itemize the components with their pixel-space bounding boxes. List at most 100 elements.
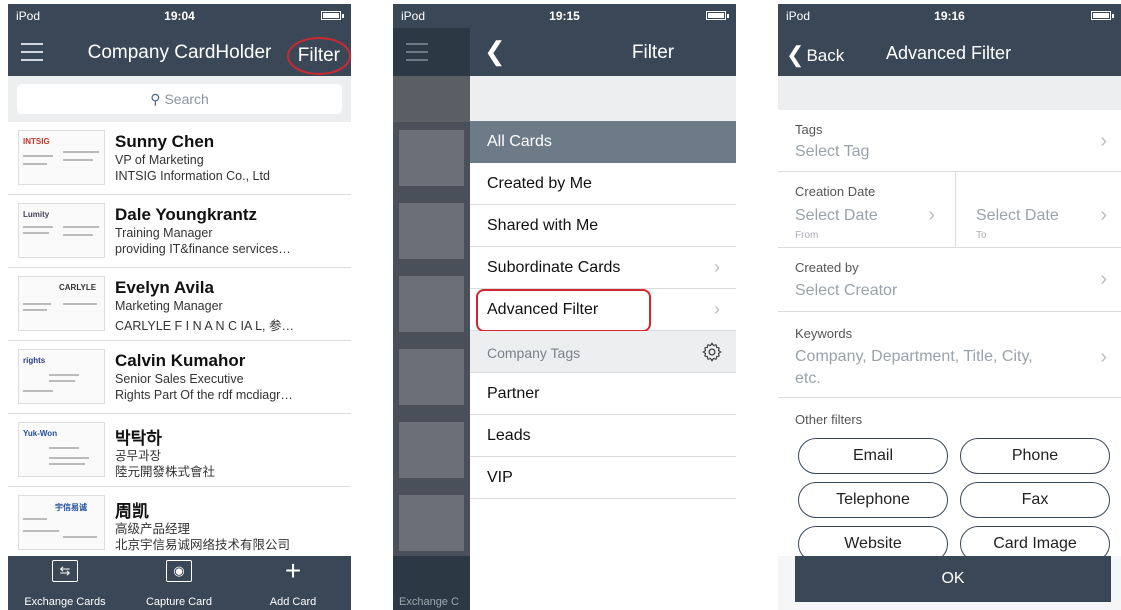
- status-time: 19:16: [934, 9, 965, 23]
- field-label: Keywords: [795, 326, 853, 341]
- camera-icon: ◉: [166, 560, 192, 582]
- card-company: Rights Part Of the rdf mcdiagr…: [115, 388, 293, 402]
- field-value: Select Tag: [795, 143, 870, 160]
- search-placeholder: Search: [164, 91, 209, 107]
- search-bar: ⚲ Search: [8, 76, 351, 122]
- tag-item-leads[interactable]: Leads: [470, 415, 736, 457]
- card-logo: CARLYLE: [59, 283, 97, 292]
- search-input[interactable]: ⚲ Search: [17, 84, 342, 114]
- filter-menu: All Cards Created by Me Shared with Me S…: [470, 121, 736, 499]
- menu-item-shared-with-me[interactable]: Shared with Me: [470, 205, 736, 247]
- card-company: CARLYLE F I N A N C IA L, 参…: [115, 319, 294, 333]
- keywords-row[interactable]: Keywords Company, Department, Title, Cit…: [778, 312, 1121, 398]
- card-thumbnail: Yuk-Won: [18, 422, 105, 477]
- menu-item-advanced-filter[interactable]: Advanced Filter ›: [470, 289, 736, 332]
- date-to-field[interactable]: Select Date › To: [956, 172, 1121, 248]
- card-name: Calvin Kumahor: [115, 351, 246, 370]
- menu-item-label: Subordinate Cards: [487, 259, 621, 276]
- field-value-continued: etc.: [795, 370, 821, 387]
- section-label: Company Tags: [487, 345, 581, 361]
- ok-button[interactable]: OK: [795, 556, 1111, 602]
- field-value: Select Creator: [795, 282, 898, 299]
- list-item[interactable]: Yuk-Won 박탁하 공무과장 陸元開發株式會社: [8, 414, 351, 487]
- card-thumbnail: 宇信易诚: [18, 495, 105, 550]
- filter-drawer: ❮ Filter All Cards Created by Me Shared …: [470, 28, 736, 610]
- tag-item-partner[interactable]: Partner: [470, 373, 736, 415]
- card-list: INTSIG Sunny Chen VP of Marketing INTSIG…: [8, 122, 351, 560]
- status-bar: iPod 19:15: [393, 4, 736, 28]
- nav-bar: Company CardHolder Filter: [8, 28, 351, 76]
- status-time: 19:04: [164, 9, 195, 23]
- field-hint: From: [795, 230, 819, 241]
- tab-label: Add Card: [269, 596, 317, 608]
- tab-label: Exchange C: [399, 596, 459, 608]
- chevron-right-icon: ›: [1100, 346, 1107, 368]
- menu-icon: [406, 43, 428, 61]
- card-logo: 宇信易诚: [55, 503, 87, 512]
- gear-icon[interactable]: [701, 341, 723, 363]
- other-filters-label: Other filters: [795, 412, 863, 427]
- menu-item-label: Created by Me: [487, 175, 592, 192]
- date-from-field[interactable]: Select Date › From: [778, 172, 955, 248]
- section-company-tags: Company Tags: [470, 331, 736, 373]
- status-bar: iPod 19:04: [8, 4, 351, 28]
- card-company: 北京宇信易诚网络技术有限公司: [115, 538, 291, 552]
- list-item[interactable]: INTSIG Sunny Chen VP of Marketing INTSIG…: [8, 122, 351, 195]
- menu-item-created-by-me[interactable]: Created by Me: [470, 163, 736, 205]
- back-button[interactable]: ❮ Back: [786, 41, 844, 67]
- tab-add-card[interactable]: + Add Card: [236, 556, 350, 610]
- menu-item-subordinate-cards[interactable]: Subordinate Cards ›: [470, 247, 736, 289]
- list-item[interactable]: CARLYLE Evelyn Avila Marketing Manager C…: [8, 268, 351, 341]
- page-title: Filter: [631, 42, 675, 63]
- card-title: VP of Marketing: [115, 153, 204, 167]
- tags-row[interactable]: Tags Select Tag ›: [778, 110, 1121, 172]
- card-logo: Yuk-Won: [23, 429, 58, 438]
- page-title: Advanced Filter: [886, 43, 1012, 63]
- card-title: Marketing Manager: [115, 299, 223, 313]
- card-name: Sunny Chen: [115, 132, 215, 151]
- card-thumbnail: rights: [18, 349, 105, 404]
- card-logo: INTSIG: [23, 137, 50, 146]
- filter-pill-fax[interactable]: Fax: [960, 482, 1110, 518]
- nav-bar: ❮ Filter: [470, 28, 736, 76]
- plus-icon: +: [284, 555, 302, 586]
- battery-icon: [321, 11, 344, 20]
- field-label: Tags: [795, 122, 823, 137]
- filter-button[interactable]: Filter: [286, 37, 351, 75]
- list-item[interactable]: Lumity Dale Youngkrantz Training Manager…: [8, 195, 351, 268]
- card-list-screen: iPod 19:04 Company CardHolder Filter ⚲ Se…: [8, 4, 351, 610]
- nav-bar: ❮ Back Advanced Filter: [778, 28, 1121, 76]
- status-time: 19:15: [549, 9, 580, 23]
- created-by-row[interactable]: Created by Select Creator ›: [778, 248, 1121, 312]
- filter-pill-phone[interactable]: Phone: [960, 438, 1110, 474]
- filter-drawer-screen: iPod 19:15 Exchange C ❮ Filter All Cards…: [393, 4, 736, 610]
- tab-label: Exchange Cards: [24, 596, 106, 608]
- advanced-filter-screen: iPod 19:16 ❮ Back Advanced Filter Tags Se…: [778, 4, 1121, 610]
- filter-pill-telephone[interactable]: Telephone: [798, 482, 948, 518]
- tab-exchange-cards[interactable]: ⇆ Exchange Cards: [8, 556, 122, 610]
- card-name: Dale Youngkrantz: [115, 205, 258, 224]
- tag-label: Partner: [487, 385, 540, 402]
- status-bar: iPod 19:16: [778, 4, 1121, 28]
- menu-item-all-cards[interactable]: All Cards: [470, 121, 736, 163]
- tag-item-vip[interactable]: VIP: [470, 457, 736, 499]
- card-logo: rights: [23, 356, 46, 365]
- creation-date-row: Creation Date Select Date › From Select …: [778, 172, 1121, 248]
- dimmed-background[interactable]: Exchange C: [393, 28, 470, 610]
- list-item[interactable]: 宇信易诚 周凯 高级产品经理 北京宇信易诚网络技术有限公司: [8, 487, 351, 560]
- card-company: 陸元開發株式會社: [115, 465, 216, 479]
- tab-capture-card[interactable]: ◉ Capture Card: [122, 556, 236, 610]
- chevron-right-icon: ›: [1100, 130, 1107, 152]
- field-label: Created by: [795, 260, 859, 275]
- card-thumbnail: INTSIG: [18, 130, 105, 185]
- card-thumbnail: CARLYLE: [18, 276, 105, 331]
- list-item[interactable]: rights Calvin Kumahor Senior Sales Execu…: [8, 341, 351, 414]
- tag-label: VIP: [487, 469, 513, 486]
- filter-pill-email[interactable]: Email: [798, 438, 948, 474]
- card-company: providing IT&finance services…: [115, 242, 291, 256]
- field-value: Select Date: [795, 207, 878, 224]
- menu-item-label: Shared with Me: [487, 217, 599, 234]
- ok-bar: OK: [778, 556, 1121, 610]
- tag-label: Leads: [487, 427, 531, 444]
- battery-icon: [706, 11, 729, 20]
